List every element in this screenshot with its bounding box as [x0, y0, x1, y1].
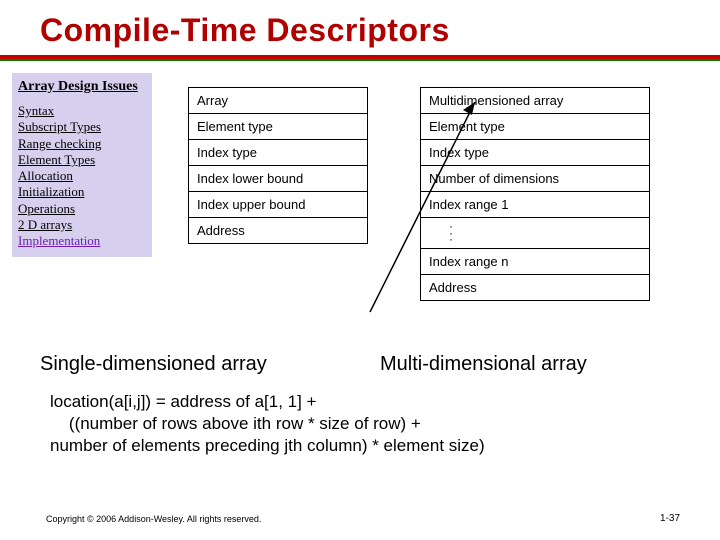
desc-row: Element type [189, 114, 367, 140]
ellipsis: ··· [421, 218, 649, 249]
sidebar-item-operations[interactable]: Operations [18, 201, 146, 217]
formula-line2: ((number of rows above ith row * size of… [69, 414, 421, 433]
sidebar-heading: Array Design Issues [18, 79, 146, 95]
content-area: Array Design Issues Syntax Subscript Typ… [40, 73, 680, 503]
sidebar-item-range-checking[interactable]: Range checking [18, 136, 146, 152]
location-formula: location(a[i,j]) = address of a[1, 1] + … [50, 391, 670, 457]
single-array-box: Array Element type Index type Index lowe… [188, 87, 368, 244]
caption-single: Single-dimensioned array [40, 353, 267, 376]
formula-line3: number of elements preceding jth column)… [50, 436, 485, 455]
multi-array-descriptor: Multidimensioned array Element type Inde… [420, 87, 650, 301]
desc-row: Index upper bound [189, 192, 367, 218]
slide-title: Compile-Time Descriptors [40, 12, 680, 49]
desc-row: Element type [421, 114, 649, 140]
desc-row: Address [421, 275, 649, 300]
desc-row: Index type [421, 140, 649, 166]
desc-row: Number of dimensions [421, 166, 649, 192]
sidebar-item-initialization[interactable]: Initialization [18, 184, 146, 200]
sidebar-item-2d-arrays[interactable]: 2 D arrays [18, 217, 146, 233]
desc-row: Index lower bound [189, 166, 367, 192]
divider-green [0, 59, 720, 61]
desc-row: Index range 1 [421, 192, 649, 218]
page-number: 1-37 [660, 513, 680, 524]
multi-array-box: Multidimensioned array Element type Inde… [420, 87, 650, 301]
slide: Compile-Time Descriptors Array Design Is… [0, 0, 720, 540]
sidebar-item-syntax[interactable]: Syntax [18, 103, 146, 119]
desc-row: Address [189, 218, 367, 243]
caption-multi: Multi-dimensional array [380, 353, 587, 376]
sidebar-item-implementation[interactable]: Implementation [18, 233, 146, 249]
sidebar-item-element-types[interactable]: Element Types [18, 152, 146, 168]
single-array-descriptor: Array Element type Index type Index lowe… [188, 87, 368, 244]
desc-row: Index type [189, 140, 367, 166]
desc-row: Index range n [421, 249, 649, 275]
desc-row: Array [189, 88, 367, 114]
sidebar-item-allocation[interactable]: Allocation [18, 168, 146, 184]
desc-row: Multidimensioned array [421, 88, 649, 114]
sidebar: Array Design Issues Syntax Subscript Typ… [12, 73, 152, 257]
formula-line1: location(a[i,j]) = address of a[1, 1] + [50, 392, 316, 411]
sidebar-item-subscript-types[interactable]: Subscript Types [18, 119, 146, 135]
copyright: Copyright © 2006 Addison-Wesley. All rig… [46, 514, 680, 524]
